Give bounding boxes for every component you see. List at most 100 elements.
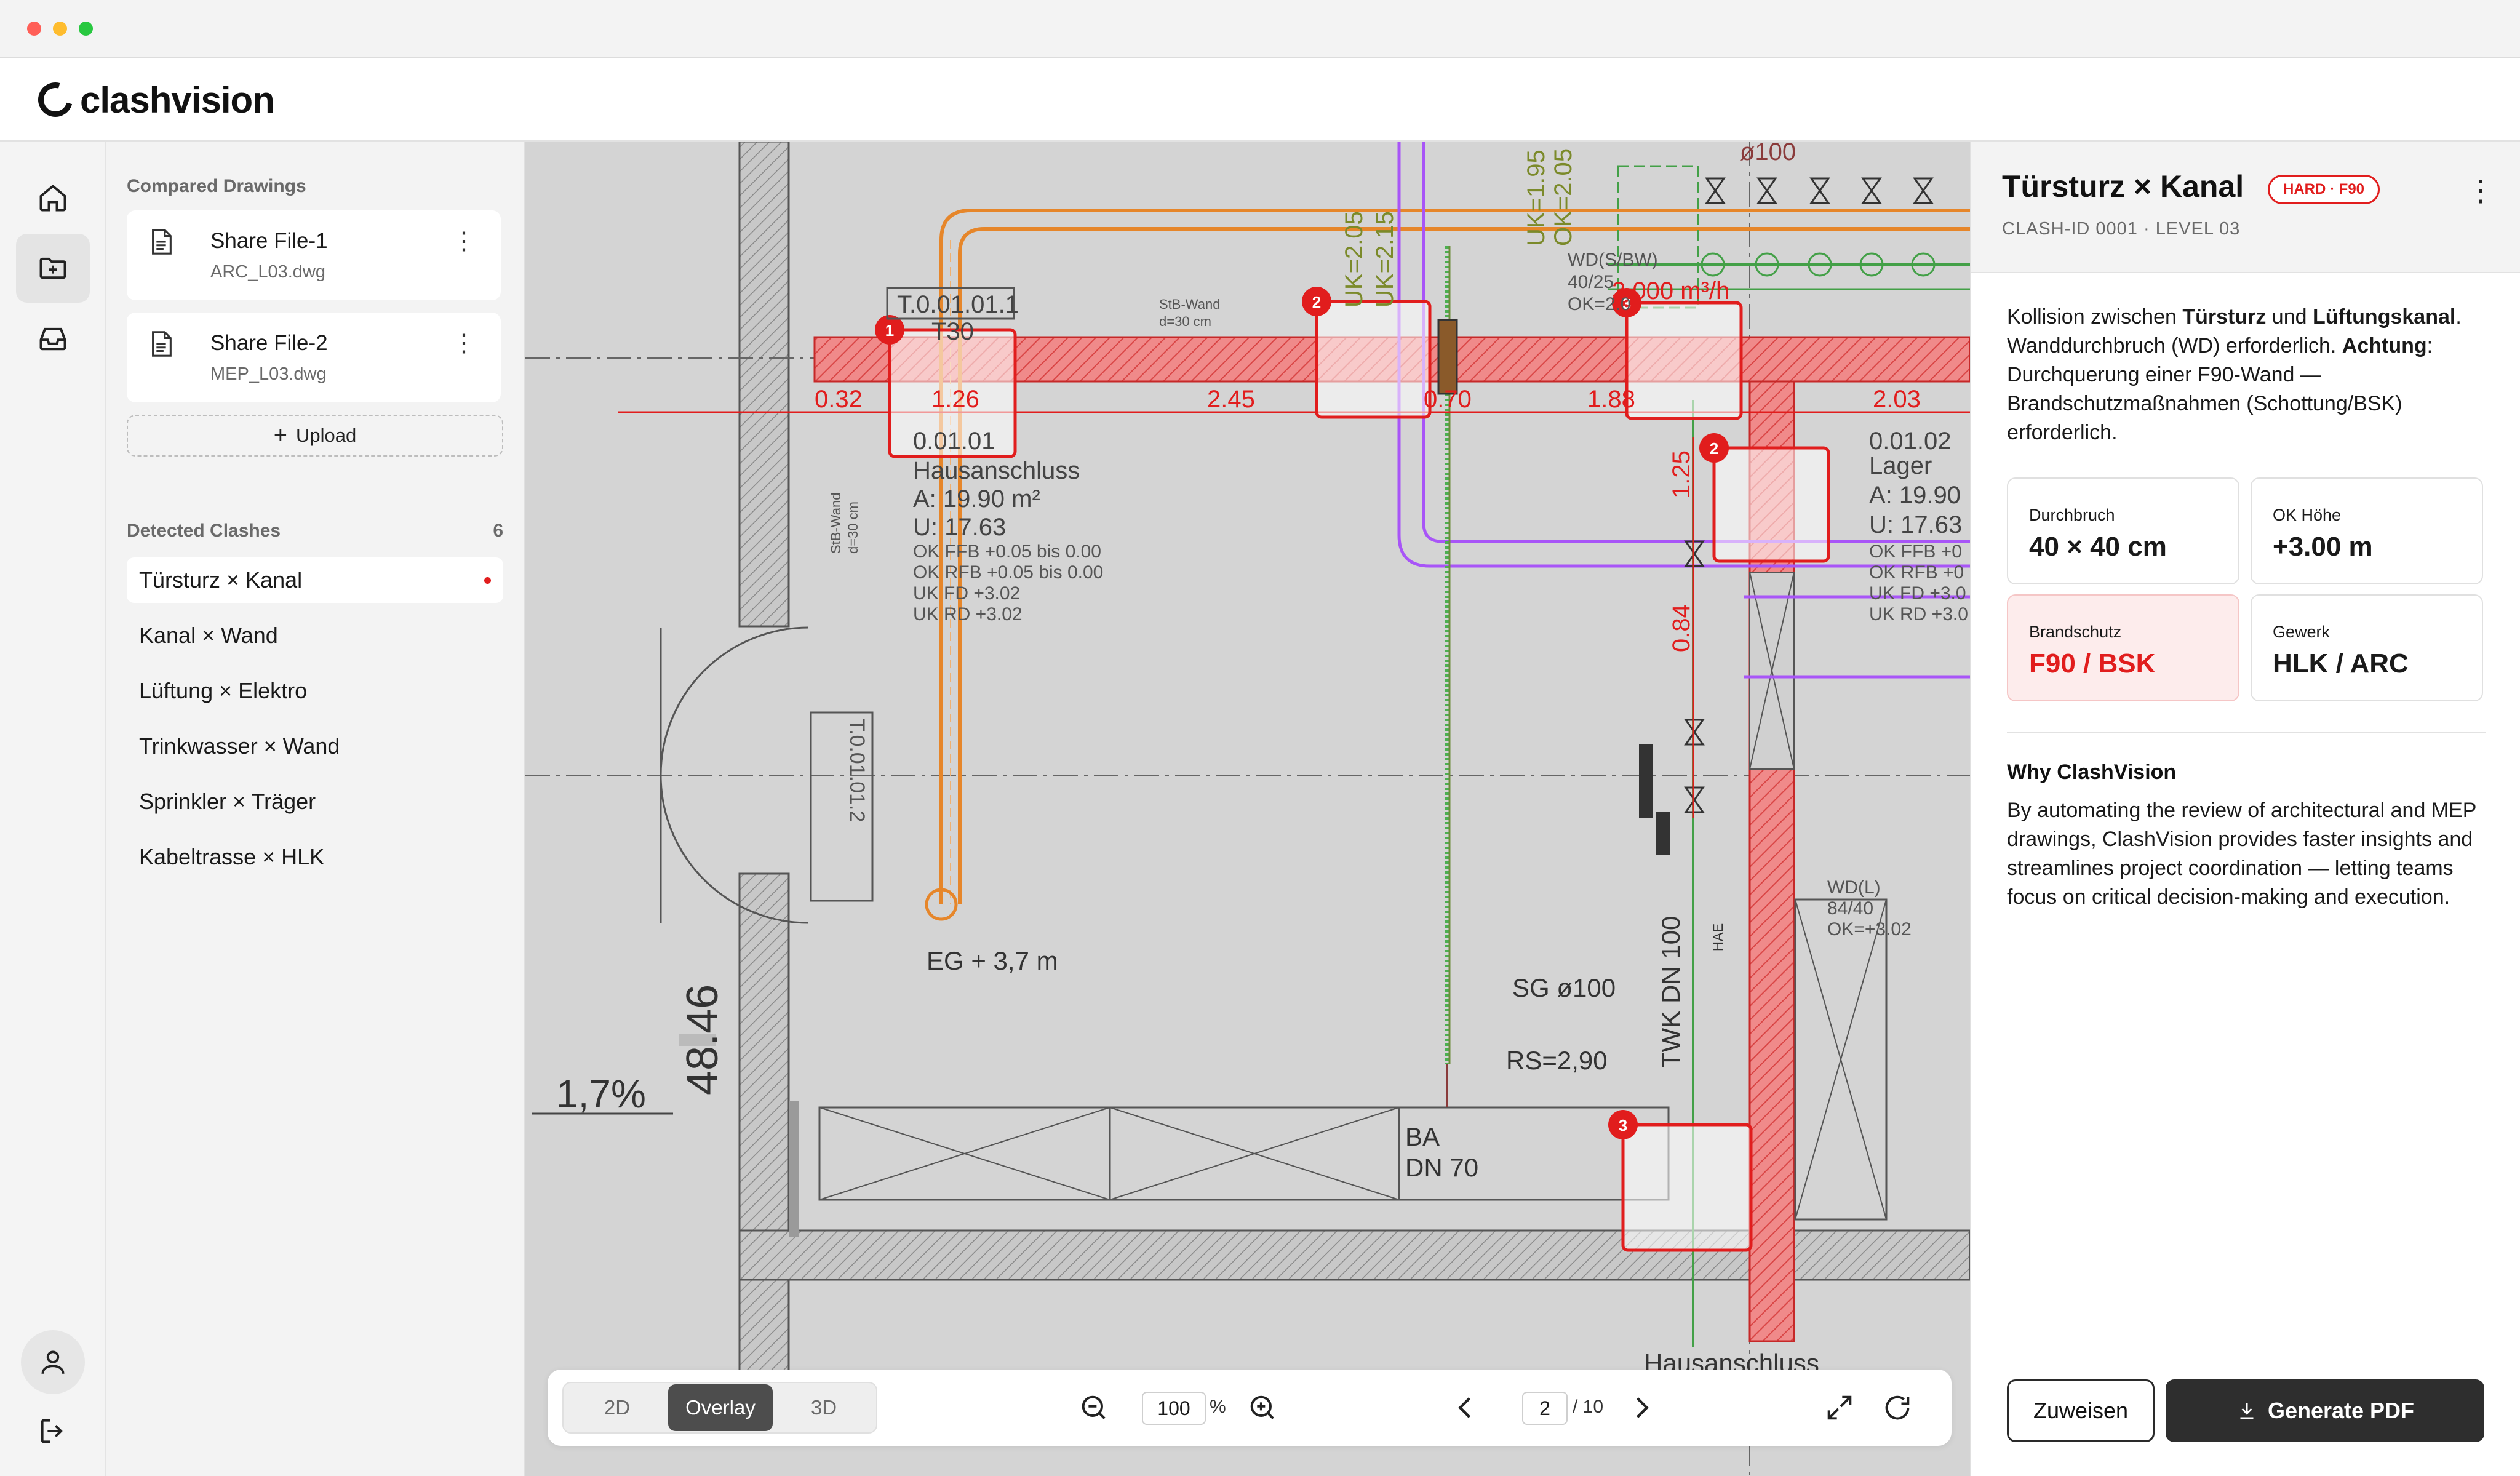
flow-rate: 3.000 m³/h bbox=[1612, 277, 1729, 305]
file-name: Share File-1 bbox=[210, 229, 328, 253]
desc-bold: Türsturz bbox=[2182, 305, 2267, 329]
generate-pdf-label: Generate PDF bbox=[2267, 1398, 2415, 1423]
plus-icon: + bbox=[273, 422, 287, 449]
file-filename: MEP_L03.dwg bbox=[210, 364, 327, 384]
room-level: OK RFB +0.05 bis 0.00 bbox=[913, 562, 1103, 583]
document-icon bbox=[152, 331, 172, 357]
pipe-label: TWK DN 100 bbox=[1656, 916, 1685, 1068]
zoom-out-icon[interactable] bbox=[1078, 1392, 1110, 1424]
clash-label: Trinkwasser × Wand bbox=[139, 733, 340, 759]
view-mode-toggle: 2D Overlay 3D bbox=[562, 1382, 877, 1434]
logout-icon bbox=[41, 1419, 63, 1443]
metric-card: OK Höhe +3.00 m bbox=[2251, 477, 2483, 584]
slope-label: 1,7% bbox=[556, 1072, 646, 1116]
hae-label: HAE bbox=[1710, 923, 1726, 951]
refresh-icon[interactable] bbox=[1881, 1392, 1913, 1424]
clash-marker-5[interactable]: 3 bbox=[1619, 1116, 1627, 1135]
level-label: UK=2.15 bbox=[1371, 211, 1398, 308]
desc-bold: Lüftungskanal bbox=[2312, 305, 2456, 329]
clash-item[interactable]: Sprinkler × Träger bbox=[127, 779, 503, 824]
generate-pdf-button[interactable]: Generate PDF bbox=[2166, 1379, 2484, 1442]
active-indicator bbox=[484, 577, 491, 584]
clash-item[interactable]: Lüftung × Elektro bbox=[127, 668, 503, 714]
clash-item[interactable]: Türsturz × Kanal bbox=[127, 557, 503, 603]
room-perimeter: U: 17.63 bbox=[913, 514, 1006, 541]
clash-marker-4[interactable]: 2 bbox=[1710, 439, 1718, 458]
logout-button[interactable] bbox=[16, 1397, 90, 1466]
room-level: OK FFB +0.05 bis 0.00 bbox=[913, 541, 1101, 562]
room-id: 0.01.01 bbox=[913, 428, 995, 455]
drawing-canvas[interactable]: 1 2 3 2 3 T.0.01.01.1 T30 0.01.01 Hausan… bbox=[525, 142, 1970, 1476]
user-icon bbox=[41, 1350, 65, 1374]
wall-thickness: d=30 cm bbox=[1159, 314, 1211, 329]
file-card-2[interactable]: Share File-2 MEP_L03.dwg ⋮ bbox=[127, 313, 501, 402]
assign-button[interactable]: Zuweisen bbox=[2007, 1379, 2155, 1442]
room-area: A: 19.90 m² bbox=[913, 485, 1040, 513]
page-input[interactable]: 2 bbox=[1522, 1392, 1568, 1425]
upload-label: Upload bbox=[295, 425, 357, 446]
more-vertical-icon[interactable]: ⋮ bbox=[452, 331, 476, 356]
zoom-input[interactable]: 100 bbox=[1142, 1392, 1206, 1425]
desc-bold: Achtung bbox=[2342, 334, 2427, 357]
clash-marker-2[interactable]: 2 bbox=[1312, 293, 1321, 311]
pipe-label: RS=2,90 bbox=[1506, 1046, 1608, 1075]
mode-3d-button[interactable]: 3D bbox=[772, 1384, 876, 1431]
detail-header: Türsturz × Kanal HARD · F90 CLASH-ID 000… bbox=[1971, 142, 2520, 273]
app-name: clashvision bbox=[80, 79, 275, 121]
room2-level: UK RD +3.0 bbox=[1869, 604, 1968, 624]
user-avatar-button[interactable] bbox=[21, 1330, 85, 1394]
door-tag: T.0.01.01.2 bbox=[845, 719, 869, 822]
dim-label: 2.45 bbox=[1207, 386, 1255, 413]
opening-size: 84/40 bbox=[1827, 898, 1873, 919]
metric-label: OK Höhe bbox=[2273, 506, 2342, 524]
nav-home-button[interactable] bbox=[16, 164, 90, 233]
room2-level: UK FD +3.0 bbox=[1869, 583, 1966, 604]
page-total: / 10 bbox=[1573, 1397, 1604, 1417]
elevation-value: 48.46 bbox=[678, 984, 727, 1095]
dim-label: 1.26 bbox=[931, 386, 979, 413]
folder-plus-icon bbox=[39, 257, 66, 279]
clash-marker-1[interactable]: 1 bbox=[885, 321, 894, 340]
clash-label: Türsturz × Kanal bbox=[139, 567, 303, 592]
upload-button[interactable]: + Upload bbox=[127, 415, 503, 457]
room2-area: A: 19.90 bbox=[1869, 482, 1961, 509]
clash-label: Sprinkler × Träger bbox=[139, 789, 316, 814]
drain-size: DN 70 bbox=[1405, 1153, 1478, 1182]
nav-files-button[interactable] bbox=[16, 234, 90, 303]
why-text: By automating the review of architectura… bbox=[2007, 799, 2476, 909]
opening-label: WD(L) bbox=[1827, 877, 1881, 898]
desc-text: und bbox=[2266, 305, 2313, 329]
opening-label: WD(S/BW) bbox=[1568, 250, 1658, 270]
maximize-window-button[interactable] bbox=[79, 22, 93, 36]
close-window-button[interactable] bbox=[27, 22, 41, 36]
metric-value: +3.00 m bbox=[2273, 532, 2373, 562]
expand-icon[interactable] bbox=[1824, 1392, 1856, 1424]
metric-value: F90 / BSK bbox=[2029, 648, 2156, 679]
zoom-in-icon[interactable] bbox=[1246, 1392, 1278, 1424]
clash-item[interactable]: Trinkwasser × Wand bbox=[127, 724, 503, 769]
room2-perimeter: U: 17.63 bbox=[1869, 511, 1962, 538]
chevron-left-icon[interactable] bbox=[1449, 1392, 1481, 1424]
pipe-label: SG ø100 bbox=[1512, 973, 1616, 1002]
file-card-1[interactable]: Share File-1 ARC_L03.dwg ⋮ bbox=[127, 210, 501, 300]
clash-item[interactable]: Kanal × Wand bbox=[127, 613, 503, 658]
room-tag: T.0.01.01.1 bbox=[897, 291, 1019, 318]
mode-overlay-button[interactable]: Overlay bbox=[668, 1384, 773, 1431]
minimize-window-button[interactable] bbox=[53, 22, 67, 36]
room-level: UK FD +3.02 bbox=[913, 583, 1020, 604]
clash-label: Kanal × Wand bbox=[139, 623, 278, 648]
divider bbox=[2007, 732, 2486, 733]
metric-card-warning: Brandschutz F90 / BSK bbox=[2007, 594, 2239, 701]
clash-title: Türsturz × Kanal bbox=[2002, 169, 2244, 204]
mode-2d-button[interactable]: 2D bbox=[565, 1384, 669, 1431]
chevron-right-icon[interactable] bbox=[1625, 1392, 1657, 1424]
compared-drawings-title: Compared Drawings bbox=[127, 176, 306, 196]
clash-description: Kollision zwischen Türsturz und Lüftungs… bbox=[2007, 303, 2487, 447]
app-logo[interactable]: clashvision bbox=[31, 76, 275, 124]
clash-label: Lüftung × Elektro bbox=[139, 678, 308, 703]
drain-label: BA bbox=[1405, 1122, 1440, 1151]
more-vertical-icon[interactable]: ⋮ bbox=[2466, 174, 2495, 208]
clash-item[interactable]: Kabeltrasse × HLK bbox=[127, 834, 503, 880]
nav-inbox-button[interactable] bbox=[16, 304, 90, 373]
more-vertical-icon[interactable]: ⋮ bbox=[452, 229, 476, 253]
